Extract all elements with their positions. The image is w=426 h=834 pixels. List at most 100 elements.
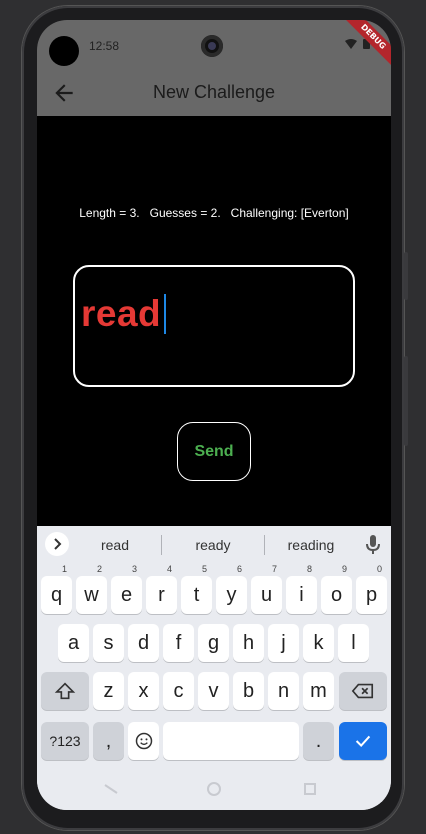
system-nav-bar xyxy=(37,776,391,810)
key-i[interactable]: i8 xyxy=(286,564,317,614)
key-label: d xyxy=(137,632,150,654)
space-key[interactable] xyxy=(163,722,299,760)
key-label: z xyxy=(103,680,114,702)
status-bar: 12:58 DEBUG xyxy=(37,20,391,71)
key-hint: 0 xyxy=(376,564,382,574)
key-label: j xyxy=(281,632,286,654)
key-k[interactable]: k xyxy=(303,624,334,662)
text-caret xyxy=(164,294,167,334)
key-label: l xyxy=(351,632,356,654)
key-q[interactable]: q1 xyxy=(41,564,72,614)
key-s[interactable]: s xyxy=(93,624,124,662)
challenge-info: Length = 3. Guesses = 2. Challenging: [E… xyxy=(79,206,349,220)
period-key[interactable]: . xyxy=(303,722,334,760)
key-c[interactable]: c xyxy=(163,672,194,710)
key-f[interactable]: f xyxy=(163,624,194,662)
key-label: k xyxy=(313,632,324,654)
volume-button xyxy=(404,356,408,446)
guess-input[interactable]: read xyxy=(73,265,355,387)
key-label: b xyxy=(242,680,255,702)
key-label: w xyxy=(84,584,99,606)
key-label: q xyxy=(50,584,63,606)
key-label: e xyxy=(120,584,133,606)
power-button xyxy=(404,252,408,300)
backspace-icon xyxy=(351,683,374,699)
key-m[interactable]: m xyxy=(303,672,334,710)
key-hint: 3 xyxy=(131,564,137,574)
front-camera xyxy=(201,35,223,57)
key-l[interactable]: l xyxy=(338,624,369,662)
key-label: i xyxy=(299,584,304,606)
backspace-key[interactable] xyxy=(339,672,387,710)
key-hint: 5 xyxy=(201,564,207,574)
key-t[interactable]: t5 xyxy=(181,564,212,614)
key-label: p xyxy=(365,584,378,606)
key-hint: 2 xyxy=(96,564,102,574)
key-label: . xyxy=(315,730,322,752)
key-label: r xyxy=(158,584,165,606)
suggestion-bar: read ready reading xyxy=(37,526,391,564)
key-label: v xyxy=(208,680,219,702)
key-b[interactable]: b xyxy=(233,672,264,710)
key-label: o xyxy=(330,584,343,606)
shift-key[interactable] xyxy=(41,672,89,710)
key-label: c xyxy=(173,680,184,702)
key-hint: 8 xyxy=(306,564,312,574)
key-hint: 9 xyxy=(341,564,347,574)
key-label: g xyxy=(207,632,220,654)
key-x[interactable]: x xyxy=(128,672,159,710)
checkmark-icon xyxy=(355,735,371,748)
key-e[interactable]: e3 xyxy=(111,564,142,614)
suggestion-3[interactable]: reading xyxy=(261,537,361,553)
enter-key[interactable] xyxy=(339,722,387,760)
comma-key[interactable]: , xyxy=(93,722,124,760)
suggestion-2[interactable]: ready xyxy=(163,537,263,553)
key-label: x xyxy=(138,680,149,702)
page-title: New Challenge xyxy=(152,82,276,102)
send-button[interactable]: Send xyxy=(177,422,251,481)
key-hint: 6 xyxy=(236,564,242,574)
screen: 12:58 DEBUG New Challenge Length = 3. Gu… xyxy=(37,20,391,810)
key-hint: 1 xyxy=(61,564,67,574)
on-screen-keyboard: read ready reading q1w2e3r4t5y6u7i8o9p0a… xyxy=(37,526,391,810)
guess-text: read xyxy=(81,293,162,334)
status-time: 12:58 xyxy=(89,39,120,53)
emoji-icon xyxy=(135,732,152,750)
key-u[interactable]: u7 xyxy=(251,564,282,614)
key-label: s xyxy=(103,632,114,654)
camera-cutout xyxy=(49,36,79,66)
suggestion-divider xyxy=(161,535,162,555)
nav-gesture-icons xyxy=(104,782,316,796)
key-label: n xyxy=(277,680,290,702)
key-p[interactable]: p0 xyxy=(356,564,387,614)
key-label: m xyxy=(310,680,327,702)
key-d[interactable]: d xyxy=(128,624,159,662)
emoji-key[interactable] xyxy=(128,722,159,760)
key-h[interactable]: h xyxy=(233,624,264,662)
key-o[interactable]: o9 xyxy=(321,564,352,614)
shift-icon xyxy=(54,682,76,700)
key-r[interactable]: r4 xyxy=(146,564,177,614)
key-z[interactable]: z xyxy=(93,672,124,710)
key-label: f xyxy=(175,632,182,654)
key-j[interactable]: j xyxy=(268,624,299,662)
key-n[interactable]: n xyxy=(268,672,299,710)
key-hint: 7 xyxy=(271,564,277,574)
key-y[interactable]: y6 xyxy=(216,564,247,614)
key-label: h xyxy=(242,632,255,654)
key-label: u xyxy=(260,584,273,606)
key-label: y xyxy=(226,584,237,606)
key-label: ?123 xyxy=(49,733,81,749)
key-a[interactable]: a xyxy=(58,624,89,662)
key-label: , xyxy=(105,730,112,752)
app-bar: New Challenge xyxy=(37,70,391,116)
suggestion-1[interactable]: read xyxy=(65,537,165,553)
key-g[interactable]: g xyxy=(198,624,229,662)
key-v[interactable]: v xyxy=(198,672,229,710)
key-label: t xyxy=(193,584,200,606)
guess-input-value[interactable]: read xyxy=(81,293,167,335)
key-w[interactable]: w2 xyxy=(76,564,107,614)
key-label: a xyxy=(67,632,80,654)
symbols-key[interactable]: ?123 xyxy=(41,722,89,760)
microphone-icon[interactable] xyxy=(364,534,382,556)
